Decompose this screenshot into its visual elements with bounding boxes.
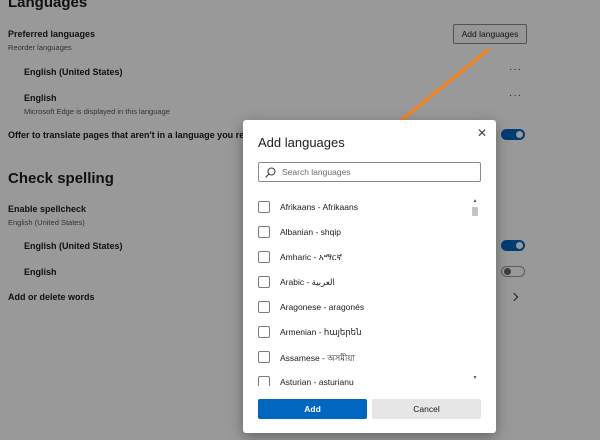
checkbox[interactable] [258,251,270,263]
scroll-down-icon[interactable]: ▼ [471,375,479,381]
language-option-label: Assamese - অসমীয়া [280,353,355,363]
search-box [258,162,481,182]
language-option-label: Afrikaans - Afrikaans [280,202,358,212]
checkbox[interactable] [258,351,270,363]
language-option[interactable]: Aragonese - aragonés [257,299,465,317]
checkbox[interactable] [258,376,270,386]
close-icon[interactable]: ✕ [475,126,489,140]
checkbox[interactable] [258,201,270,213]
add-languages-dialog: Add languages ✕ Afrikaans - Afrikaans Al… [243,120,496,433]
checkbox[interactable] [258,301,270,313]
scrollbar[interactable]: ▲ ▼ [471,198,479,381]
language-option[interactable]: Albanian - shqip [257,224,465,242]
language-option-label: Aragonese - aragonés [280,302,365,312]
search-languages-input[interactable] [282,164,477,180]
language-option[interactable]: Asturian - asturianu [257,374,465,386]
cancel-button[interactable]: Cancel [372,399,481,419]
language-option-label: Armenian - հայերեն [280,327,362,337]
search-icon [265,167,276,178]
language-option[interactable]: Afrikaans - Afrikaans [257,199,465,217]
language-option-label: Arabic - العربية [280,277,335,287]
scroll-thumb[interactable] [472,207,478,216]
language-option-label: Albanian - shqip [280,227,341,237]
language-option[interactable]: Armenian - հայերեն [257,324,465,342]
language-option[interactable]: Assamese - অসমীয়া [257,349,465,367]
add-button[interactable]: Add [258,399,367,419]
language-list: Afrikaans - Afrikaans Albanian - shqip A… [257,196,482,386]
checkbox[interactable] [258,276,270,288]
language-option[interactable]: Amharic - አማርኛ [257,249,465,267]
checkbox[interactable] [258,226,270,238]
scroll-up-icon[interactable]: ▲ [471,198,479,204]
checkbox[interactable] [258,326,270,338]
language-option-label: Amharic - አማርኛ [280,252,343,262]
language-option[interactable]: Arabic - العربية [257,274,465,292]
language-option-label: Asturian - asturianu [280,377,354,386]
dialog-title: Add languages [258,135,345,150]
